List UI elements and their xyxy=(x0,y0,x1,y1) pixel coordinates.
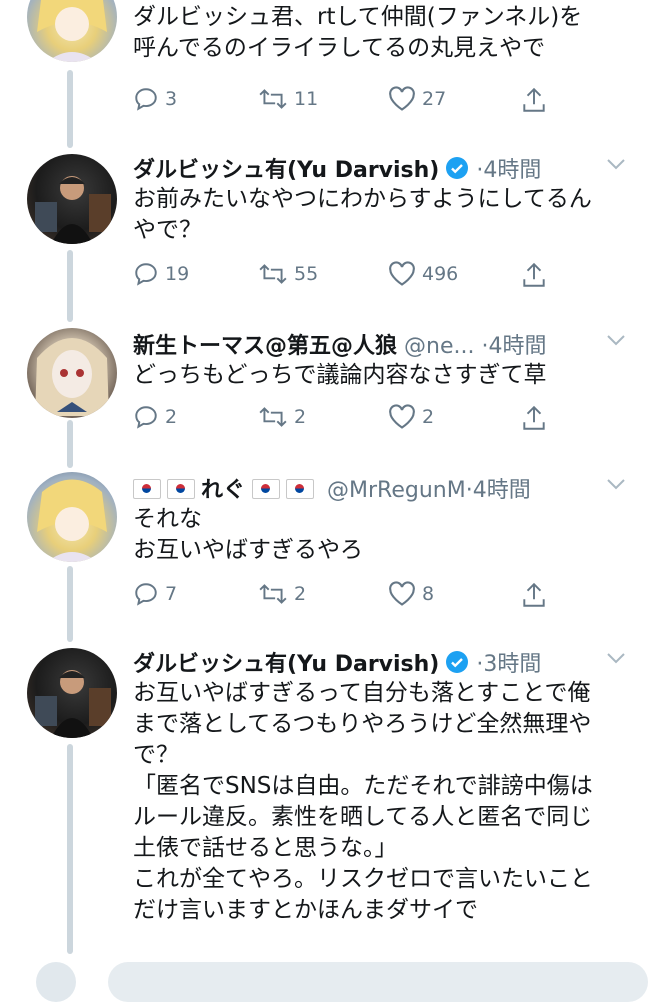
reply-icon xyxy=(135,583,157,606)
tweet-text: お前みたいなやつにわからすようにしてるん やで？ xyxy=(133,186,592,243)
korea-flag-icon xyxy=(167,479,195,499)
retweet-button[interactable]: 55 xyxy=(258,261,318,287)
avatar xyxy=(36,962,76,1002)
chevron-down-icon[interactable] xyxy=(606,156,626,175)
like-count: 27 xyxy=(422,88,447,110)
share-icon xyxy=(523,87,545,112)
display-name[interactable]: れぐ xyxy=(201,478,245,503)
separator-dot: · xyxy=(465,478,473,503)
username[interactable]: @MrRegunM xyxy=(327,478,466,503)
heart-icon xyxy=(389,261,415,286)
chevron-down-icon[interactable] xyxy=(606,650,626,669)
tweet-header: 新生トーマス@第五@人狼 @ne... ·4時間 xyxy=(133,328,610,360)
tweet-actions: 19 55 496 xyxy=(133,261,553,291)
korea-flag-icon xyxy=(133,479,161,499)
korea-flag-icon xyxy=(252,479,281,499)
tweet-header: れぐ @MrRegunM·4時間 xyxy=(133,472,610,504)
reply-icon xyxy=(135,263,157,286)
display-name[interactable]: ダルビッシュ有(Yu Darvish) xyxy=(133,158,439,183)
tweet-text: お互いやばすぎるって自分も落とすことで俺 まで落としてるつもりやろうけど全然無理… xyxy=(133,680,593,923)
tweet-actions: 2 2 2 xyxy=(133,404,553,434)
tweet[interactable]: れぐ @MrRegunM·4時間 それな お互いやばすぎるやろ 7 2 8 xyxy=(0,464,650,642)
retweet-count: 11 xyxy=(294,88,319,110)
display-name[interactable]: 新生トーマス@第五@人狼 xyxy=(133,334,397,359)
reply-count: 2 xyxy=(165,406,178,428)
share-button[interactable] xyxy=(521,404,553,432)
share-button[interactable] xyxy=(521,581,553,609)
tweet[interactable]: 新生トーマス@第五@人狼 @ne... ·4時間 どっちもどっちで議論内容なさす… xyxy=(0,320,650,464)
tweet-text: ダルビッシュ君、rtして仲間(ファンネル)を 呼んでるのイライラしてるの丸見えや… xyxy=(133,4,583,61)
retweet-button[interactable]: 11 xyxy=(258,86,318,112)
retweet-count: 2 xyxy=(294,406,307,428)
display-name[interactable]: ダルビッシュ有(Yu Darvish) xyxy=(133,652,439,677)
heart-icon xyxy=(389,404,415,429)
reply-button[interactable]: 3 xyxy=(133,86,177,112)
verified-badge-icon xyxy=(445,156,469,186)
tweet-header: ダルビッシュ有(Yu Darvish) ·3時間 xyxy=(133,646,610,680)
avatar[interactable] xyxy=(27,154,117,244)
retweet-button[interactable]: 2 xyxy=(258,404,306,430)
retweet-count: 55 xyxy=(294,263,319,285)
tweet[interactable]: ダルビッシュ君、rtして仲間(ファンネル)を 呼んでるのイライラしてるの丸見えや… xyxy=(0,0,650,148)
retweet-icon xyxy=(259,584,287,604)
reply-icon xyxy=(135,406,157,429)
like-button[interactable]: 27 xyxy=(388,86,446,112)
chevron-down-icon[interactable] xyxy=(606,332,626,351)
timestamp[interactable]: 4時間 xyxy=(488,334,546,359)
verified-badge-icon xyxy=(445,650,469,680)
retweet-icon xyxy=(259,89,287,109)
retweet-icon xyxy=(259,264,287,284)
share-icon xyxy=(523,582,545,607)
tweet-actions: 3 11 27 xyxy=(133,86,553,116)
share-icon xyxy=(523,262,545,287)
tweet-actions: 7 2 8 xyxy=(133,581,553,611)
timestamp[interactable]: 4時間 xyxy=(473,478,531,503)
retweet-count: 2 xyxy=(294,583,307,605)
username[interactable]: @ne... xyxy=(404,334,474,359)
chevron-down-icon[interactable] xyxy=(606,476,626,495)
timestamp[interactable]: 4時間 xyxy=(483,158,541,183)
reply-button[interactable]: 7 xyxy=(133,581,177,607)
tweet[interactable]: ダルビッシュ有(Yu Darvish) ·3時間 お互いやばすぎるって自分も落と… xyxy=(0,642,650,952)
reply-button[interactable]: 2 xyxy=(133,404,177,430)
timestamp[interactable]: 3時間 xyxy=(483,652,541,677)
tweet-text: それな お互いやばすぎるやろ xyxy=(133,506,363,563)
like-button[interactable]: 496 xyxy=(388,261,458,287)
avatar[interactable] xyxy=(27,328,117,418)
share-icon xyxy=(523,405,545,430)
heart-icon xyxy=(389,86,415,111)
reply-icon xyxy=(135,88,157,111)
like-count: 496 xyxy=(422,263,459,285)
korea-flag-icon xyxy=(286,479,315,499)
retweet-button[interactable]: 2 xyxy=(258,581,306,607)
tweet[interactable]: ダルビッシュ有(Yu Darvish) ·4時間 お前みたいなやつにわからすよう… xyxy=(0,148,650,320)
like-count: 8 xyxy=(422,583,435,605)
avatar[interactable] xyxy=(27,648,117,738)
heart-icon xyxy=(389,581,415,606)
share-button[interactable] xyxy=(521,86,553,114)
reply-count: 3 xyxy=(165,88,178,110)
retweet-icon xyxy=(259,407,287,427)
reply-count: 7 xyxy=(165,583,178,605)
reply-button[interactable]: 19 xyxy=(133,261,189,287)
like-button[interactable]: 2 xyxy=(388,404,434,430)
like-button[interactable]: 8 xyxy=(388,581,434,607)
tweet-text: どっちもどっちで議論内容なさすぎて草 xyxy=(133,362,547,388)
reply-count: 19 xyxy=(165,263,190,285)
reply-input[interactable] xyxy=(108,962,648,1002)
share-button[interactable] xyxy=(521,261,553,289)
like-count: 2 xyxy=(422,406,435,428)
tweet-header: ダルビッシュ有(Yu Darvish) ·4時間 xyxy=(133,152,610,186)
avatar[interactable] xyxy=(27,0,117,62)
avatar[interactable] xyxy=(27,472,117,562)
